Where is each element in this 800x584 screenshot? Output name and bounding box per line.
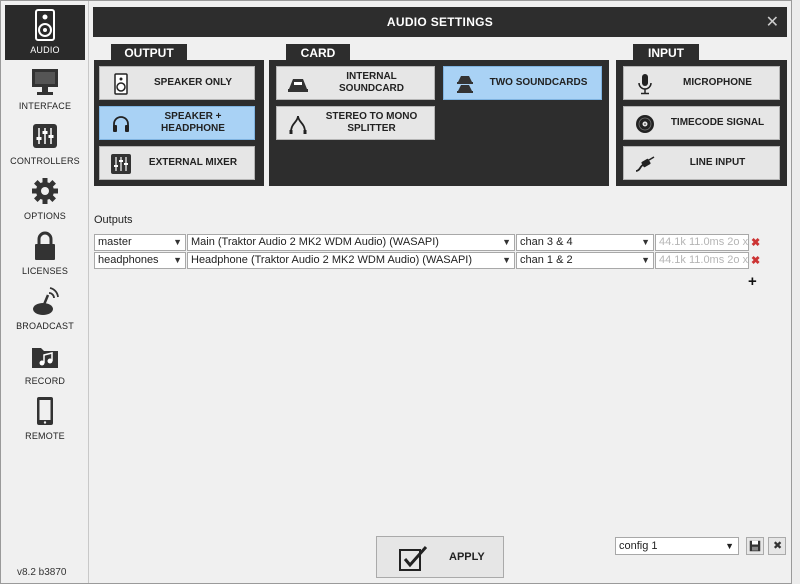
select-value: chan 3 & 4	[520, 236, 573, 248]
select-value: headphones	[98, 254, 159, 266]
speaker-icon	[114, 73, 128, 95]
sidebar-item-label: CONTROLLERS	[10, 156, 80, 166]
select-value: Main (Traktor Audio 2 MK2 WDM Audio) (WA…	[191, 236, 439, 248]
lock-icon	[35, 231, 55, 260]
sidebar-item-broadcast[interactable]: BROADCAST	[5, 281, 85, 336]
chevron-down-icon: ▼	[173, 237, 182, 247]
option-label: LINE INPUT	[689, 157, 746, 168]
soundcard-icon	[288, 79, 308, 92]
output-section: SPEAKER ONLY SPEAKER + HEADPHONE EXTERNA…	[94, 60, 264, 186]
outputs-label: Outputs	[94, 214, 133, 226]
option-label: INTERNAL SOUNDCARD	[339, 71, 404, 94]
chevron-down-icon: ▼	[173, 255, 182, 265]
chevron-down-icon: ▼	[502, 255, 511, 265]
input-option-timecode-signal[interactable]: TIMECODE SIGNAL	[623, 106, 780, 140]
sidebar-item-label: RECORD	[24, 376, 66, 386]
sidebar-item-label: AUDIO	[30, 45, 60, 55]
apply-label: APPLY	[449, 551, 485, 563]
window-title: AUDIO SETTINGS	[386, 15, 494, 29]
vinyl-icon	[636, 115, 654, 133]
output-channels-select[interactable]: chan 3 & 4 ▼	[516, 234, 654, 251]
save-config-button[interactable]	[746, 537, 764, 555]
close-icon[interactable]: ✕	[766, 12, 779, 32]
output-channels-select[interactable]: chan 1 & 2 ▼	[516, 252, 654, 269]
output-option-speaker-only[interactable]: SPEAKER ONLY	[99, 66, 255, 100]
output-name-select[interactable]: master ▼	[94, 234, 186, 251]
mixer-icon	[111, 154, 131, 174]
card-section: INTERNAL SOUNDCARD TWO SOUNDCARDS STEREO…	[269, 60, 609, 186]
sidebar-item-interface[interactable]: INTERFACE	[5, 61, 85, 116]
checkbox-check-icon	[399, 546, 428, 571]
gear-icon	[32, 178, 58, 204]
sidebar-item-remote[interactable]: REMOTE	[5, 391, 85, 446]
sidebar-item-label: LICENSES	[21, 266, 69, 276]
option-label: TIMECODE SIGNAL	[670, 117, 765, 128]
chevron-down-icon: ▼	[641, 237, 650, 247]
option-label: EXTERNAL MIXER	[148, 157, 238, 168]
delete-output-icon[interactable]: ✖	[751, 236, 760, 249]
input-option-line-input[interactable]: LINE INPUT	[623, 146, 780, 180]
delete-output-icon[interactable]: ✖	[751, 254, 760, 267]
select-value: config 1	[619, 540, 658, 552]
headphones-icon	[113, 116, 129, 132]
option-label: STEREO TO MONO SPLITTER	[325, 111, 418, 134]
sidebar-item-label: OPTIONS	[24, 211, 66, 221]
microphone-icon	[638, 74, 652, 95]
apply-button[interactable]: APPLY	[376, 536, 504, 578]
monitor-icon	[32, 69, 58, 95]
sidebar-item-controllers[interactable]: CONTROLLERS	[5, 116, 85, 171]
broadcast-icon	[33, 287, 59, 315]
chevron-down-icon: ▼	[502, 237, 511, 247]
card-option-two-soundcards[interactable]: TWO SOUNDCARDS	[443, 66, 602, 100]
phone-icon	[37, 397, 53, 425]
select-value: Headphone (Traktor Audio 2 MK2 WDM Audio…	[191, 254, 473, 266]
music-folder-icon	[32, 348, 58, 368]
sidebar-item-audio[interactable]: AUDIO	[5, 5, 85, 60]
option-label: SPEAKER + HEADPHONE	[161, 111, 225, 134]
chevron-down-icon: ▼	[725, 541, 734, 551]
two-soundcards-icon	[457, 76, 473, 93]
option-label: MICROPHONE	[683, 77, 752, 88]
save-icon	[749, 540, 761, 552]
version-label: v8.2 b3870	[17, 567, 67, 578]
sidebar-item-licenses[interactable]: LICENSES	[5, 226, 85, 281]
input-section: MICROPHONE TIMECODE SIGNAL LINE INPUT	[616, 60, 787, 186]
chevron-down-icon: ▼	[641, 255, 650, 265]
sidebar-item-label: REMOTE	[25, 431, 65, 441]
sidebar-item-record[interactable]: RECORD	[5, 336, 85, 391]
output-device-select[interactable]: Main (Traktor Audio 2 MK2 WDM Audio) (WA…	[187, 234, 515, 251]
sidebar-item-label: BROADCAST	[16, 321, 74, 331]
output-option-speaker-headphone[interactable]: SPEAKER + HEADPHONE	[99, 106, 255, 140]
output-info: 44.1k 11.0ms 2o x	[655, 252, 749, 269]
cable-jack-icon	[635, 156, 655, 172]
input-option-microphone[interactable]: MICROPHONE	[623, 66, 780, 100]
config-select[interactable]: config 1 ▼	[615, 537, 739, 555]
audio-settings-window: AUDIO INTERFACE CONTROLLERS OPTIONS LICE…	[0, 0, 792, 584]
speaker-icon	[35, 9, 55, 41]
select-value: chan 1 & 2	[520, 254, 573, 266]
output-info: 44.1k 11.0ms 2o x	[655, 234, 749, 251]
add-output-button[interactable]: +	[748, 273, 757, 290]
sidebar: AUDIO INTERFACE CONTROLLERS OPTIONS LICE…	[1, 1, 89, 583]
sidebar-item-label: INTERFACE	[18, 101, 72, 111]
delete-icon: ✖	[773, 540, 783, 552]
select-value: master	[98, 236, 132, 248]
output-option-external-mixer[interactable]: EXTERNAL MIXER	[99, 146, 255, 180]
output-device-select[interactable]: Headphone (Traktor Audio 2 MK2 WDM Audio…	[187, 252, 515, 269]
option-label: TWO SOUNDCARDS	[489, 77, 588, 88]
card-option-stereo-mono-splitter[interactable]: STEREO TO MONO SPLITTER	[276, 106, 435, 140]
splitter-cable-icon	[289, 115, 307, 134]
output-name-select[interactable]: headphones ▼	[94, 252, 186, 269]
delete-config-button[interactable]: ✖	[768, 537, 786, 555]
option-label: SPEAKER ONLY	[154, 77, 232, 88]
sliders-icon	[33, 124, 57, 148]
title-bar: AUDIO SETTINGS ✕	[93, 7, 787, 37]
sidebar-item-options[interactable]: OPTIONS	[5, 171, 85, 226]
card-option-internal-soundcard[interactable]: INTERNAL SOUNDCARD	[276, 66, 435, 100]
